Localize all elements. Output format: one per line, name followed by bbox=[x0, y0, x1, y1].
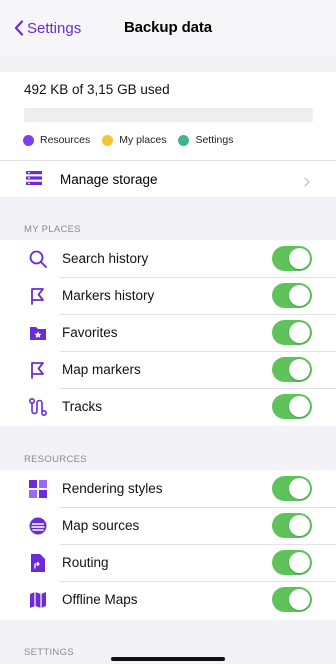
list-item-offline-maps: Offline Maps bbox=[0, 581, 336, 618]
storage-usage-bar bbox=[24, 108, 313, 122]
list-item-map-markers: Map markers bbox=[0, 351, 336, 388]
manage-storage-row[interactable]: Manage storage bbox=[0, 160, 336, 197]
tracks-toggle[interactable] bbox=[272, 394, 312, 419]
legend-label: Resources bbox=[40, 134, 91, 146]
list-icon bbox=[26, 171, 42, 190]
home-indicator bbox=[111, 657, 225, 661]
my-places-list: Search history Markers history Favorites bbox=[0, 240, 336, 426]
routing-file-icon bbox=[28, 553, 48, 573]
legend-label: My places bbox=[119, 134, 167, 146]
flag-icon bbox=[28, 360, 48, 380]
storage-card: 492 KB of 3,15 GB used Resources My plac… bbox=[0, 72, 336, 197]
legend-label: Settings bbox=[195, 134, 234, 146]
markers-history-toggle[interactable] bbox=[272, 283, 312, 308]
settings-dot-icon bbox=[178, 134, 190, 146]
route-icon bbox=[28, 397, 48, 417]
list-item-routing: Routing bbox=[0, 544, 336, 581]
list-item-rendering-styles: Rendering styles bbox=[0, 470, 336, 507]
row-label: Offline Maps bbox=[62, 592, 138, 607]
legend-item-settings: Settings bbox=[178, 134, 233, 146]
favorites-toggle[interactable] bbox=[272, 320, 312, 345]
toggle-knob bbox=[289, 515, 310, 536]
flag-icon bbox=[28, 286, 48, 306]
list-item-search-history: Search history bbox=[0, 240, 336, 277]
my-places-dot-icon bbox=[102, 134, 114, 146]
search-icon bbox=[28, 249, 48, 269]
section-header-resources: RESOURCES bbox=[24, 454, 87, 465]
row-label: Routing bbox=[62, 555, 109, 570]
toggle-knob bbox=[289, 359, 310, 380]
map-sources-toggle[interactable] bbox=[272, 513, 312, 538]
routing-toggle[interactable] bbox=[272, 550, 312, 575]
row-label: Favorites bbox=[62, 325, 118, 340]
manage-storage-label: Manage storage bbox=[60, 172, 158, 187]
map-style-icon bbox=[28, 479, 48, 499]
chevron-right-icon bbox=[304, 174, 310, 192]
page-title: Backup data bbox=[123, 19, 213, 36]
resources-list: Rendering styles Map sources Routing Off… bbox=[0, 470, 336, 620]
legend-item-resources: Resources bbox=[23, 134, 90, 146]
list-item-favorites: Favorites bbox=[0, 314, 336, 351]
section-header-my-places: MY PLACES bbox=[24, 224, 81, 235]
toggle-knob bbox=[289, 589, 310, 610]
row-label: Search history bbox=[62, 251, 149, 266]
row-label: Rendering styles bbox=[62, 481, 163, 496]
list-item-map-sources: Map sources bbox=[0, 507, 336, 544]
legend-item-my-places: My places bbox=[102, 134, 166, 146]
storage-usage-text: 492 KB of 3,15 GB used bbox=[24, 82, 170, 97]
toggle-knob bbox=[289, 248, 310, 269]
layers-icon bbox=[28, 516, 48, 536]
row-label: Map markers bbox=[62, 362, 141, 377]
offline-maps-toggle[interactable] bbox=[272, 587, 312, 612]
map-markers-toggle[interactable] bbox=[272, 357, 312, 382]
storage-legend: Resources My places Settings bbox=[23, 134, 245, 146]
toggle-knob bbox=[289, 396, 310, 417]
toggle-knob bbox=[289, 552, 310, 573]
toggle-knob bbox=[289, 478, 310, 499]
toggle-knob bbox=[289, 285, 310, 306]
navigation-bar: Settings Backup data bbox=[0, 0, 336, 56]
list-item-tracks: Tracks bbox=[0, 388, 336, 425]
resources-dot-icon bbox=[23, 134, 34, 146]
rendering-styles-toggle[interactable] bbox=[272, 476, 312, 501]
row-label: Markers history bbox=[62, 288, 155, 303]
row-label: Map sources bbox=[62, 518, 140, 533]
section-header-settings: SETTINGS bbox=[24, 647, 74, 658]
search-history-toggle[interactable] bbox=[272, 246, 312, 271]
map-icon bbox=[28, 590, 48, 610]
toggle-knob bbox=[289, 322, 310, 343]
row-label: Tracks bbox=[62, 399, 102, 414]
list-item-markers-history: Markers history bbox=[0, 277, 336, 314]
favorites-folder-icon bbox=[28, 323, 48, 343]
